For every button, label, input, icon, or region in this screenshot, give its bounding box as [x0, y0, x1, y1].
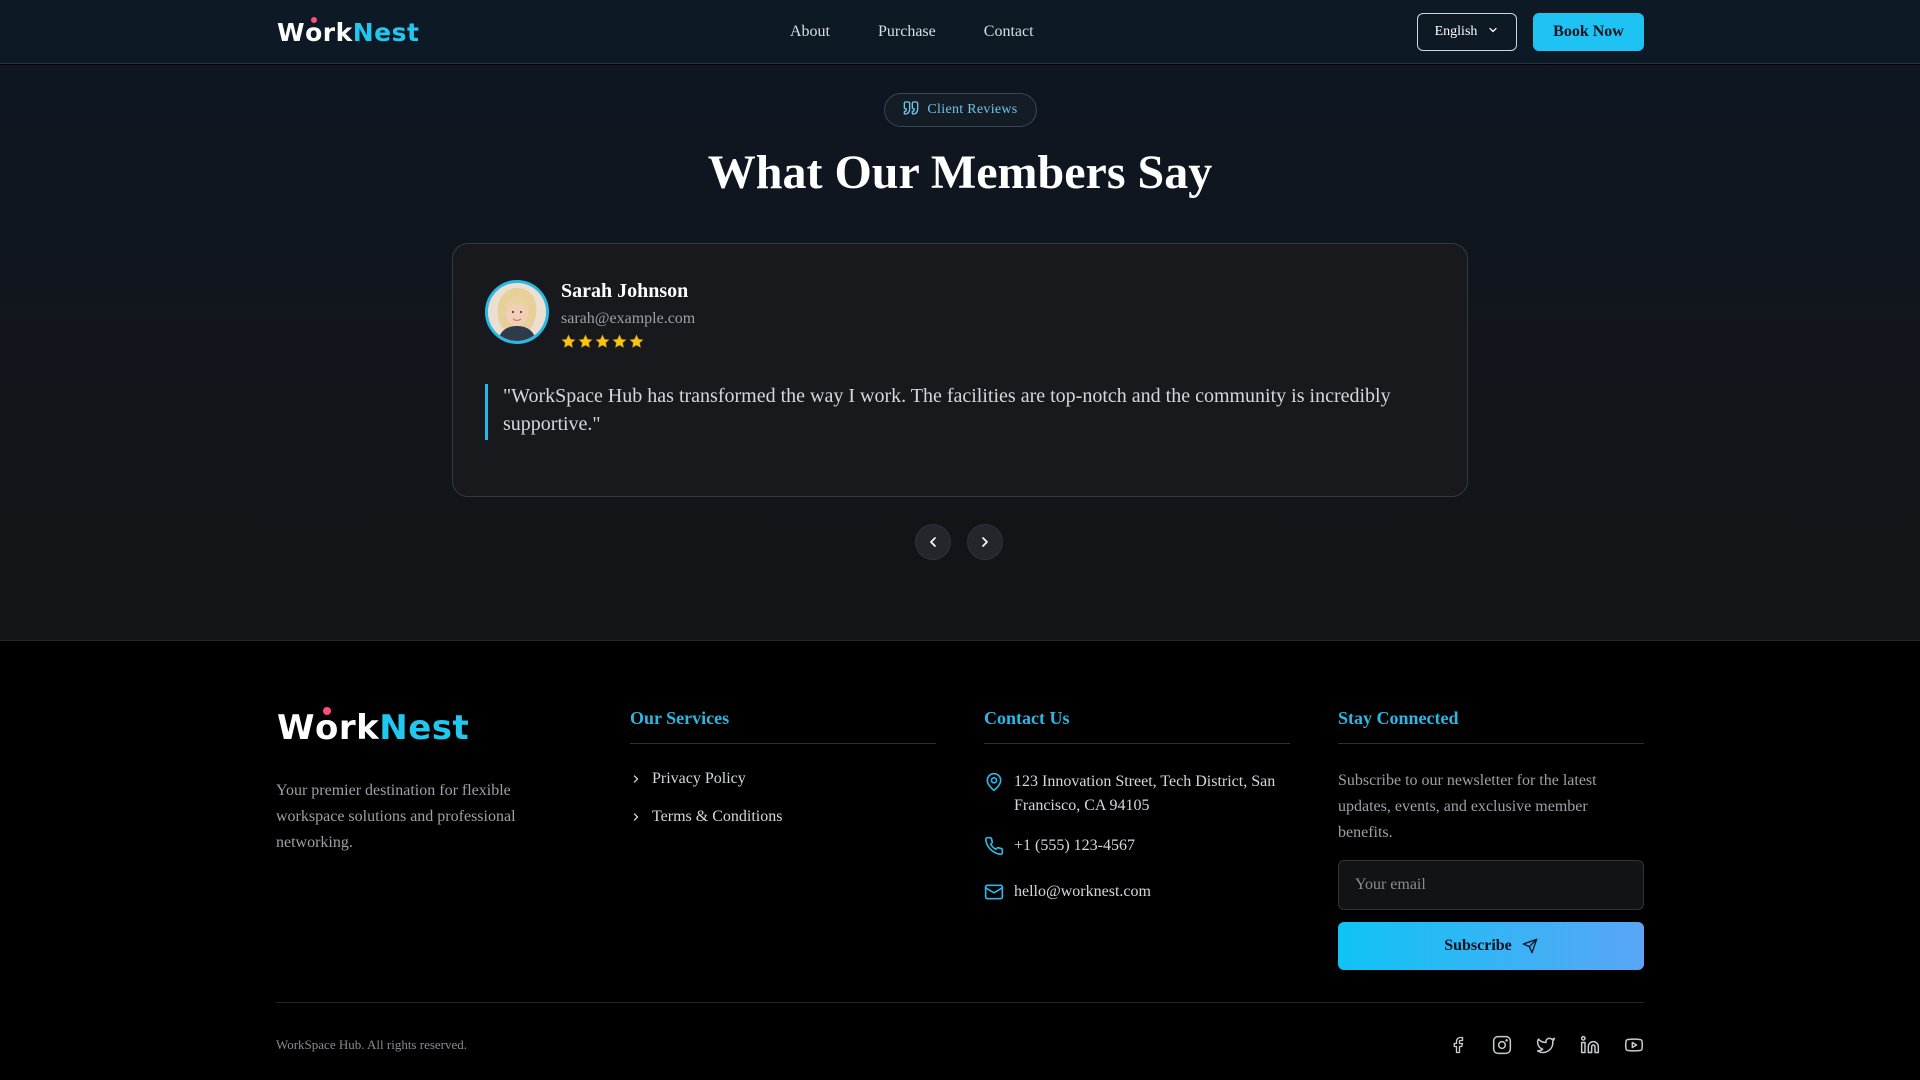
terms-conditions-link[interactable]: Terms & Conditions — [630, 808, 936, 826]
site-footer: WorkNest Your premier destination for fl… — [0, 642, 1920, 1080]
logo-letter-o: o — [305, 17, 323, 47]
twitter-icon[interactable] — [1536, 1035, 1556, 1055]
logo-letter-w: W — [277, 708, 316, 748]
contact-list: 123 Innovation Street, Tech District, Sa… — [984, 770, 1290, 910]
review-quote: "WorkSpace Hub has transformed the way I… — [503, 385, 1391, 435]
logo-letters-rk: rk — [322, 17, 353, 47]
rating-stars — [561, 334, 644, 349]
language-select[interactable]: English — [1417, 13, 1517, 51]
worknest-logo[interactable]: WorkNest — [277, 14, 419, 50]
subscribe-button[interactable]: Subscribe — [1338, 922, 1644, 970]
logo-word-nest: Nest — [352, 17, 420, 47]
logo-letter-o: o — [315, 708, 339, 748]
quote-icon — [903, 100, 919, 121]
social-links — [1448, 1035, 1644, 1055]
nav-purchase-link[interactable]: Purchase — [878, 23, 936, 41]
mail-icon — [984, 882, 1004, 910]
next-review-button[interactable] — [967, 524, 1003, 560]
badge-label: Client Reviews — [927, 102, 1018, 117]
address-text: 123 Innovation Street, Tech District, Sa… — [1014, 773, 1276, 814]
chevron-left-icon — [930, 537, 936, 547]
reviews-section: Client Reviews What Our Members Say Sara… — [0, 65, 1920, 641]
logo-letters-rk: rk — [338, 708, 380, 748]
top-navbar: WorkNest About Purchase Contact English … — [0, 0, 1920, 64]
nav-contact-link[interactable]: Contact — [984, 23, 1034, 41]
reviewer-name: Sarah Johnson — [561, 280, 689, 302]
terms-conditions-label: Terms & Conditions — [652, 808, 783, 825]
linkedin-icon[interactable] — [1580, 1035, 1600, 1055]
subscribe-label: Subscribe — [1444, 937, 1512, 954]
newsletter-email-input[interactable] — [1338, 860, 1644, 910]
star-icon — [595, 334, 610, 348]
star-icon — [578, 334, 593, 348]
footer-logo[interactable]: WorkNest — [277, 708, 469, 748]
newsletter-heading: Stay Connected — [1338, 708, 1644, 744]
language-select-value: English — [1434, 24, 1478, 39]
avatar — [485, 280, 549, 344]
logo-letter-w: W — [277, 17, 306, 47]
previous-review-button[interactable] — [915, 524, 951, 560]
contact-column: Contact Us 123 Innovation Street, Tech D… — [984, 708, 1290, 910]
contact-address: 123 Innovation Street, Tech District, Sa… — [984, 770, 1290, 818]
map-pin-icon — [984, 772, 1004, 800]
phone-text: +1 (555) 123-4567 — [1014, 837, 1136, 854]
services-heading: Our Services — [630, 708, 936, 744]
chevron-right-icon — [633, 775, 639, 783]
email-text: hello@worknest.com — [1014, 883, 1151, 900]
star-icon — [629, 334, 644, 348]
instagram-icon[interactable] — [1492, 1035, 1512, 1055]
book-now-button[interactable]: Book Now — [1533, 13, 1644, 51]
newsletter-column: Stay Connected Subscribe to our newslett… — [1338, 708, 1644, 970]
copyright-text: WorkSpace Hub. All rights reserved. — [276, 1037, 468, 1052]
logo-word-nest: Nest — [379, 708, 470, 748]
contact-phone[interactable]: +1 (555) 123-4567 — [984, 834, 1290, 864]
chevron-right-icon — [982, 537, 988, 547]
chevron-right-icon — [633, 813, 639, 821]
privacy-policy-link[interactable]: Privacy Policy — [630, 770, 936, 788]
contact-email[interactable]: hello@worknest.com — [984, 880, 1290, 910]
phone-icon — [984, 836, 1004, 864]
chevron-down-icon — [1487, 24, 1499, 41]
client-reviews-badge: Client Reviews — [884, 93, 1037, 127]
footer-divider — [276, 1002, 1644, 1003]
quote-accent-bar — [485, 384, 488, 440]
facebook-icon[interactable] — [1448, 1035, 1468, 1055]
footer-description: Your premier destination for flexible wo… — [276, 782, 516, 851]
newsletter-text: Subscribe to our newsletter for the late… — [1338, 772, 1597, 841]
youtube-icon[interactable] — [1624, 1035, 1644, 1055]
section-title: What Our Members Say — [707, 146, 1213, 199]
star-icon — [612, 334, 627, 348]
main-nav: About Purchase Contact — [790, 0, 1034, 64]
review-card: Sarah Johnson sarah@example.com "WorkSpa… — [452, 243, 1468, 497]
services-list: Privacy Policy Terms & Conditions — [630, 770, 936, 826]
contact-heading: Contact Us — [984, 708, 1290, 744]
send-icon — [1522, 938, 1538, 954]
star-icon — [561, 334, 576, 348]
nav-about-link[interactable]: About — [790, 23, 830, 41]
privacy-policy-label: Privacy Policy — [652, 770, 746, 787]
services-column: Our Services Privacy Policy Terms & Cond… — [630, 708, 936, 826]
reviewer-email: sarah@example.com — [561, 310, 696, 327]
